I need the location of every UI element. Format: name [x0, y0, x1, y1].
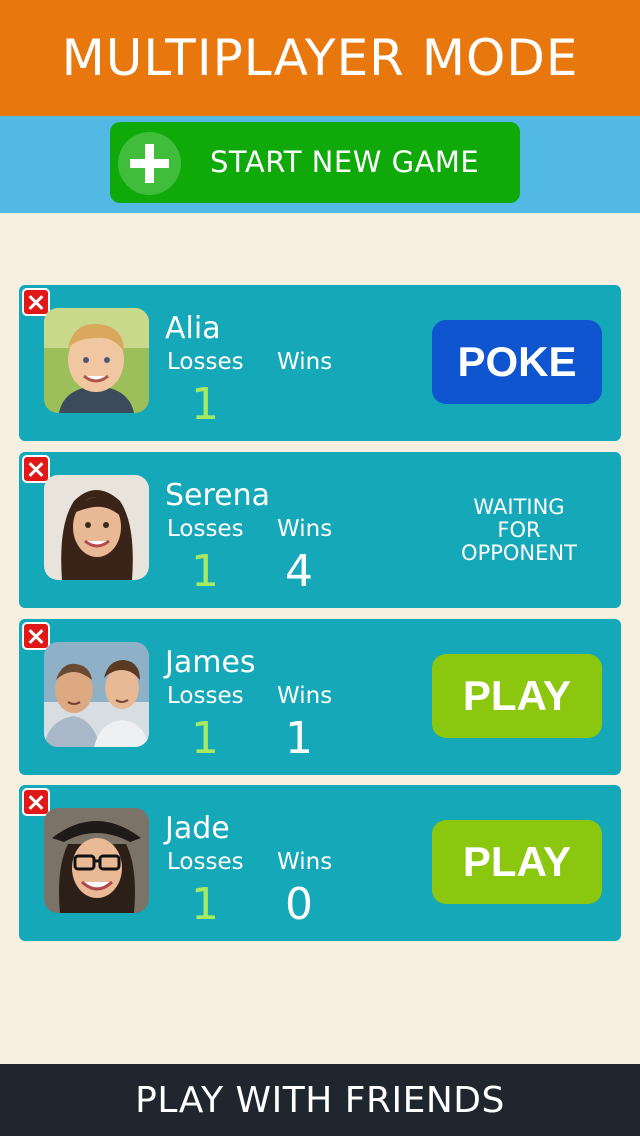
wins-label: Wins — [277, 349, 333, 375]
footer-text: PLAY WITH FRIENDS — [135, 1079, 505, 1121]
wins-label: Wins — [277, 849, 333, 875]
page-title: MULTIPLAYER MODE — [61, 29, 579, 87]
header-bar: MULTIPLAYER MODE — [0, 0, 640, 116]
avatar — [44, 475, 149, 580]
wins-value: 0 — [285, 879, 313, 930]
poke-button[interactable]: POKE — [432, 320, 602, 404]
waiting-status: WAITING FOR OPPONENT — [439, 496, 599, 565]
wins-value: 1 — [285, 713, 313, 764]
losses-label: Losses — [167, 849, 244, 875]
avatar — [44, 308, 149, 413]
losses-label: Losses — [167, 683, 244, 709]
avatar — [44, 642, 149, 747]
wins-value: 4 — [285, 546, 313, 597]
footer-bar: PLAY WITH FRIENDS — [0, 1064, 640, 1136]
player-card-serena: Serena Losses Wins 1 4 WAITING FOR OPPON… — [19, 452, 621, 608]
play-button[interactable]: PLAY — [432, 654, 602, 738]
losses-value: 1 — [191, 713, 219, 764]
losses-value: 1 — [191, 879, 219, 930]
wins-label: Wins — [277, 516, 333, 542]
player-name: Alia — [165, 311, 221, 346]
wins-label: Wins — [277, 683, 333, 709]
losses-label: Losses — [167, 516, 244, 542]
player-name: James — [165, 645, 256, 680]
player-card-alia: Alia Losses Wins 1 POKE — [19, 285, 621, 441]
player-card-james: James Losses Wins 1 1 PLAY — [19, 619, 621, 775]
remove-icon[interactable] — [22, 622, 50, 650]
losses-label: Losses — [167, 349, 244, 375]
avatar — [44, 808, 149, 913]
plus-icon — [118, 132, 181, 195]
losses-value: 1 — [191, 546, 219, 597]
losses-value: 1 — [191, 379, 219, 430]
player-name: Serena — [165, 478, 271, 513]
waiting-status-line: FOR — [497, 518, 541, 542]
start-new-game-label: START NEW GAME — [210, 145, 480, 179]
remove-icon[interactable] — [22, 455, 50, 483]
remove-icon[interactable] — [22, 288, 50, 316]
player-name: Jade — [165, 811, 230, 846]
waiting-status-line: OPPONENT — [461, 541, 577, 565]
start-new-game-button[interactable]: START NEW GAME — [110, 122, 520, 203]
play-button[interactable]: PLAY — [432, 820, 602, 904]
action-band: START NEW GAME — [0, 116, 640, 213]
waiting-status-line: WAITING — [473, 495, 565, 519]
player-card-jade: Jade Losses Wins 1 0 PLAY — [19, 785, 621, 941]
remove-icon[interactable] — [22, 788, 50, 816]
